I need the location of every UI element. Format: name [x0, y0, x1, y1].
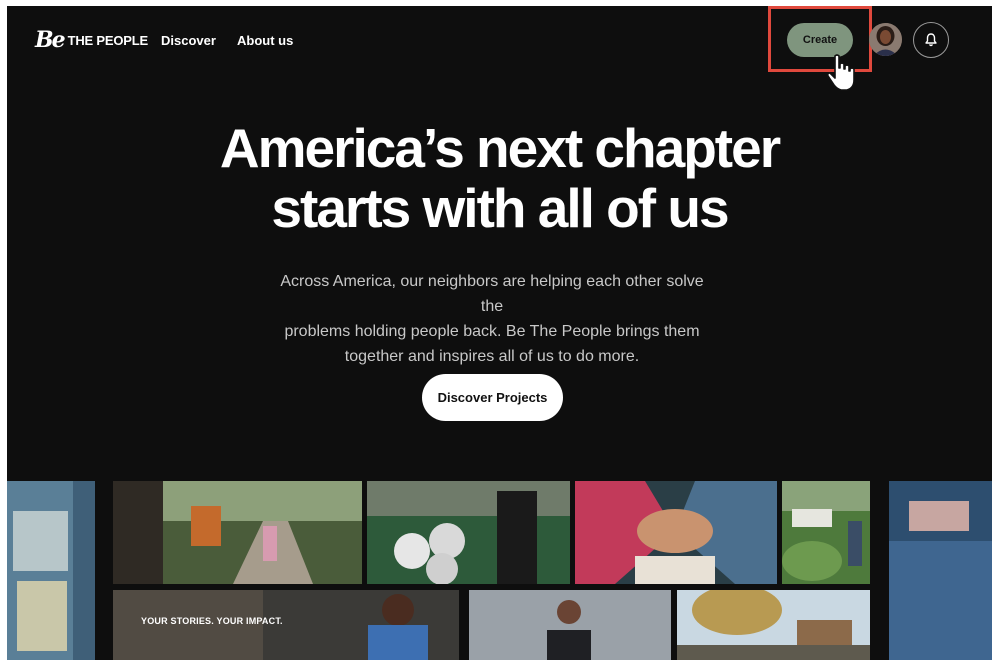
mosaic-photo-path	[113, 481, 362, 584]
app-frame: Be THE PEOPLE Discover About us Create A…	[7, 6, 992, 660]
mosaic-photo-trees	[677, 590, 870, 660]
nav-about-link[interactable]: About us	[237, 33, 293, 48]
hero-title-line1: America’s next chapter	[219, 117, 781, 179]
mosaic-caption: YOUR STORIES. YOUR IMPACT.	[141, 616, 283, 626]
hero-title-line2: starts with all of us	[271, 177, 729, 239]
avatar[interactable]	[869, 23, 902, 56]
logo-mark: Be	[35, 27, 66, 53]
discover-projects-button[interactable]: Discover Projects	[422, 374, 563, 421]
hero-description: Across America, our neighbors are helpin…	[269, 269, 715, 369]
bell-icon	[925, 33, 937, 47]
cursor-hand-icon	[826, 54, 855, 91]
hero-description-line1: Across America, our neighbors are helpin…	[280, 273, 704, 315]
photo-mosaic: YOUR STORIES. YOUR IMPACT.	[7, 481, 992, 660]
mosaic-photo-stories: YOUR STORIES. YOUR IMPACT.	[113, 590, 459, 660]
notification-bell-button[interactable]	[913, 22, 949, 58]
hero-description-line3: together and inspires all of us to do mo…	[344, 348, 640, 365]
mosaic-photo-garden	[782, 481, 870, 584]
site-logo[interactable]: Be THE PEOPLE	[35, 27, 148, 53]
mosaic-photo-soccer-balls	[367, 481, 570, 584]
nav-discover-link[interactable]: Discover	[161, 33, 216, 48]
mosaic-photo-hands	[575, 481, 777, 584]
mosaic-photo-portrait	[469, 590, 671, 660]
mosaic-photo-right-edge	[889, 481, 992, 660]
hero-title: America’s next chapter starts with all o…	[7, 118, 992, 238]
mosaic-photo-left-edge	[7, 481, 95, 660]
hero-description-line2: problems holding people back. Be The Peo…	[284, 323, 700, 340]
logo-text: THE PEOPLE	[67, 32, 149, 48]
